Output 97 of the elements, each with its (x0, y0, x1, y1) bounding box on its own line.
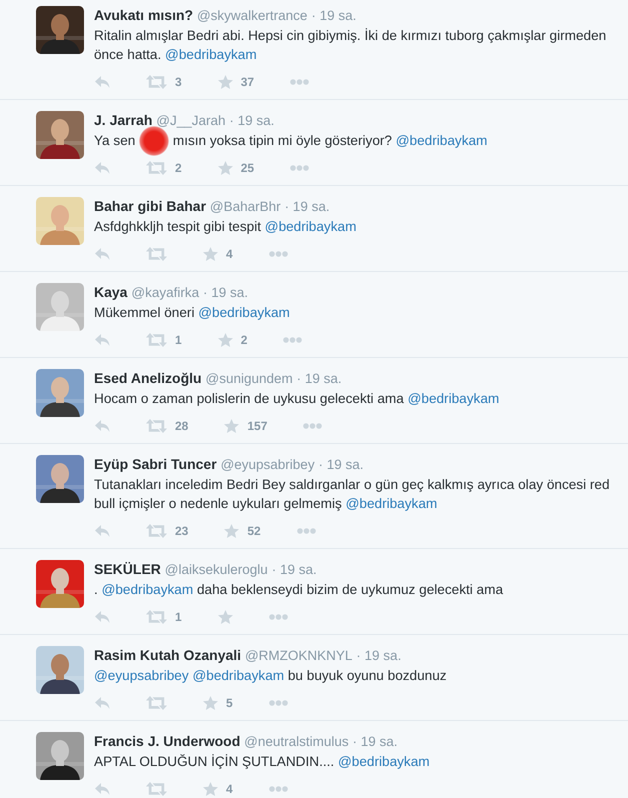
star-icon[interactable] (218, 161, 233, 176)
favorite-count: 5 (226, 695, 233, 712)
tweet-text: Asfdghkkljh tespit gibi tespit @bedribaykam (94, 218, 358, 236)
author-name[interactable]: SEKÜLER (94, 561, 161, 578)
author-handle[interactable]: @skywalkertrance (196, 8, 308, 23)
star-icon[interactable] (203, 696, 218, 710)
timestamp[interactable]: · 19 sa. (272, 562, 317, 578)
retweet-count: 3 (175, 74, 182, 91)
author-name[interactable]: Rasim Kutah Ozanyali (94, 647, 242, 664)
reply-icon[interactable] (94, 161, 110, 176)
mention-link[interactable]: @bedribaykam (198, 305, 290, 320)
author-handle[interactable]: @kayafirka (131, 285, 200, 300)
more-icon[interactable] (283, 337, 302, 344)
star-icon[interactable] (224, 419, 240, 434)
mention-link[interactable]: @bedribaykam (165, 47, 257, 62)
retweet-icon[interactable] (146, 75, 167, 89)
reply-icon[interactable] (94, 333, 110, 348)
author-name[interactable]: Francis J. Underwood (94, 733, 240, 750)
tweet-text: mısın yoksa tipin mi öyle gösteriyor? @bedribaykam (172, 133, 488, 148)
favorite-count: 2 (240, 332, 248, 350)
retweet-count: 1 (175, 609, 182, 626)
mention-link[interactable]: @bedribaykam (408, 391, 500, 406)
author-name[interactable]: Bahar gibi Bahar (94, 198, 206, 214)
favorite-count: 25 (240, 160, 254, 178)
author-handle[interactable]: @RMZOKNKNYL (244, 648, 352, 664)
reply-icon[interactable] (94, 524, 110, 538)
timestamp[interactable]: · 19 sa. (296, 371, 342, 386)
star-icon[interactable] (218, 75, 233, 89)
author-handle[interactable]: @sunigundem (206, 371, 293, 386)
author-handle[interactable]: @laiksekuleroglu (164, 562, 268, 578)
tweet-text: . @bedribaykam daha beklenseydi bizim de uykumuz gelecekti ama (94, 581, 504, 600)
retweet-count: 23 (175, 523, 188, 540)
tweet-text: Ritalin almışlar Bedri abi. Hepsi cin gibiymiş. İki de kırmızı tuborg çakmışlar girmeden önce hatta. @bedribaykam (94, 27, 608, 64)
favorite-count: 4 (226, 781, 233, 798)
more-icon[interactable] (290, 165, 310, 172)
more-icon[interactable] (268, 614, 288, 620)
mention-link[interactable]: @bedribaykam (396, 133, 488, 148)
star-icon[interactable] (203, 247, 218, 262)
tweet-text: APTAL OLDUĞUN İÇİN ŞUTLANDIN.... @bedribaykam (94, 753, 431, 772)
tweet-text: Tutanakları inceledim Bedri Bey saldırganlar o gün geç kalkmış ayrıca olay öncesi red bull içmişler o nedenle uykuları gelmemiş @bedribaykam (94, 476, 611, 514)
tweet-text: @eyupsabribey @bedribaykam bu buyuk oyunu bozdunuz (94, 667, 448, 686)
retweet-icon[interactable] (146, 524, 167, 538)
retweet-count: 1 (175, 332, 182, 350)
timestamp[interactable]: · 19 sa. (356, 648, 402, 664)
author-handle[interactable]: @J__Jarah (156, 113, 226, 128)
reply-icon[interactable] (94, 696, 110, 710)
tweet-text: Hocam o zaman polislerin de uykusu gelecekti ama @bedribaykam (94, 390, 500, 408)
star-icon[interactable] (203, 782, 218, 796)
retweet-icon[interactable] (146, 247, 167, 262)
retweet-icon[interactable] (146, 696, 167, 710)
favorite-count: 37 (240, 74, 254, 91)
retweet-icon[interactable] (146, 610, 167, 624)
timestamp[interactable]: · 19 sa. (284, 199, 330, 214)
star-icon[interactable] (218, 333, 233, 348)
favorite-count: 52 (247, 523, 261, 540)
author-name[interactable]: Eyüp Sabri Tuncer (94, 456, 217, 472)
timestamp[interactable]: · 19 sa. (229, 113, 274, 128)
retweet-count: 2 (175, 160, 182, 178)
author-handle[interactable]: @eyupsabribey (220, 457, 315, 472)
retweet-count: 28 (175, 418, 188, 436)
star-icon[interactable] (224, 524, 240, 538)
mention-link[interactable]: @bedribaykam (346, 496, 438, 512)
more-icon[interactable] (268, 700, 288, 706)
retweet-icon[interactable] (146, 161, 167, 176)
timestamp[interactable]: · 19 sa. (352, 734, 398, 750)
mention-link[interactable]: @bedribaykam (264, 219, 356, 234)
more-icon[interactable] (290, 79, 310, 85)
favorite-count: 157 (247, 418, 268, 436)
tweet-text: Ya sen (94, 133, 136, 148)
mention-link[interactable]: @bedribaykam (338, 754, 430, 770)
reply-icon[interactable] (94, 419, 110, 434)
tweet-text: Mükemmel öneri @bedribaykam (94, 304, 291, 322)
mention-link[interactable]: @bedribaykam (192, 668, 284, 684)
reply-icon[interactable] (94, 782, 110, 796)
author-name[interactable]: Esed Anelizoğlu (94, 370, 202, 386)
retweet-icon[interactable] (146, 782, 167, 796)
author-name[interactable]: Kaya (94, 284, 128, 300)
favorite-count: 4 (226, 246, 233, 264)
author-handle[interactable]: @neutralstimulus (244, 734, 349, 750)
more-icon[interactable] (268, 251, 288, 258)
more-icon[interactable] (268, 786, 288, 792)
author-handle[interactable]: @BaharBhr (210, 199, 281, 214)
timestamp[interactable]: · 19 sa. (311, 8, 356, 23)
mention-link[interactable]: @eyupsabribey (94, 668, 189, 684)
reply-icon[interactable] (94, 247, 110, 262)
more-icon[interactable] (296, 528, 316, 534)
retweet-icon[interactable] (146, 333, 167, 348)
author-name[interactable]: J. Jarrah (94, 112, 152, 128)
timestamp[interactable]: · 19 sa. (318, 457, 364, 472)
timestamp[interactable]: · 19 sa. (202, 285, 248, 300)
reply-icon[interactable] (94, 610, 110, 624)
author-name[interactable]: Avukatı mısın? (94, 7, 194, 23)
star-icon[interactable] (218, 610, 233, 624)
reply-icon[interactable] (94, 75, 110, 89)
more-icon[interactable] (303, 423, 322, 430)
mention-link[interactable]: @bedribaykam (102, 582, 194, 598)
retweet-icon[interactable] (146, 419, 167, 434)
